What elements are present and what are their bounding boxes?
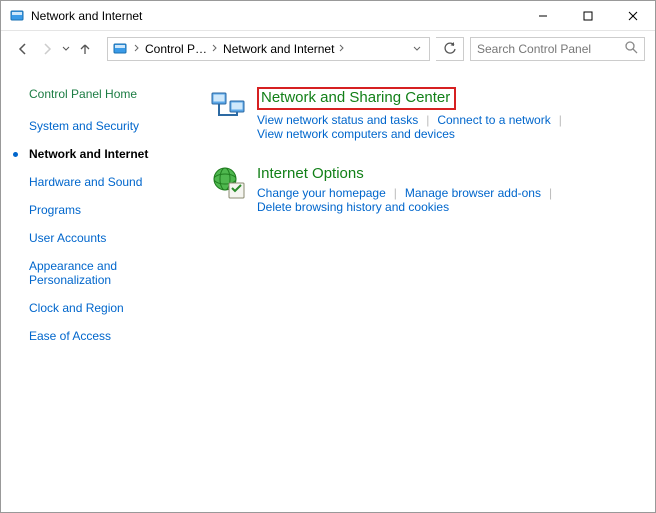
task-manage-addons[interactable]: Manage browser add-ons <box>405 186 541 200</box>
chevron-right-icon[interactable] <box>210 44 220 54</box>
refresh-button[interactable] <box>436 37 464 61</box>
sidebar-item-appearance[interactable]: Appearance and Personalization <box>29 259 159 287</box>
category-network-sharing: Network and Sharing Center View network … <box>211 87 635 141</box>
back-button[interactable] <box>11 37 35 61</box>
breadcrumb-item[interactable]: Control P… <box>142 42 210 56</box>
separator: | <box>541 186 560 200</box>
sidebar-item-programs[interactable]: Programs <box>29 203 211 217</box>
window-controls <box>520 2 655 30</box>
task-delete-browsing-history[interactable]: Delete browsing history and cookies <box>257 200 449 214</box>
separator: | <box>551 113 570 127</box>
main-panel: Network and Sharing Center View network … <box>211 87 655 512</box>
task-change-homepage[interactable]: Change your homepage <box>257 186 386 200</box>
sidebar: Control Panel Home System and Security N… <box>1 87 211 512</box>
search-icon <box>625 41 638 57</box>
close-button[interactable] <box>610 2 655 30</box>
category-title-network-sharing[interactable]: Network and Sharing Center <box>261 89 450 106</box>
content-area: Control Panel Home System and Security N… <box>1 67 655 512</box>
minimize-button[interactable] <box>520 2 565 30</box>
chevron-right-icon[interactable] <box>132 44 142 54</box>
address-dropdown[interactable] <box>409 44 425 54</box>
separator: | <box>386 186 405 200</box>
control-panel-icon <box>9 8 25 24</box>
sidebar-item-user-accounts[interactable]: User Accounts <box>29 231 211 245</box>
search-input[interactable]: Search Control Panel <box>470 37 645 61</box>
recent-locations-dropdown[interactable] <box>59 46 73 52</box>
sidebar-item-hardware-sound[interactable]: Hardware and Sound <box>29 175 211 189</box>
sidebar-item-system-security[interactable]: System and Security <box>29 119 211 133</box>
category-title-internet-options[interactable]: Internet Options <box>257 165 364 182</box>
separator: | <box>418 113 437 127</box>
sidebar-item-ease-of-access[interactable]: Ease of Access <box>29 329 211 343</box>
task-view-network-status[interactable]: View network status and tasks <box>257 113 418 127</box>
sidebar-item-clock-region[interactable]: Clock and Region <box>29 301 211 315</box>
highlight-box: Network and Sharing Center <box>257 87 456 110</box>
task-view-network-computers[interactable]: View network computers and devices <box>257 127 455 141</box>
network-icon <box>211 87 247 123</box>
maximize-button[interactable] <box>565 2 610 30</box>
window-title: Network and Internet <box>31 9 142 23</box>
up-button[interactable] <box>73 37 97 61</box>
search-placeholder: Search Control Panel <box>477 42 625 56</box>
sidebar-home[interactable]: Control Panel Home <box>29 87 211 101</box>
breadcrumb-item[interactable]: Network and Internet <box>220 42 337 56</box>
task-connect-to-network[interactable]: Connect to a network <box>437 113 550 127</box>
address-bar[interactable]: Control P… Network and Internet <box>107 37 430 61</box>
sidebar-item-network-internet[interactable]: Network and Internet <box>29 147 211 161</box>
category-internet-options: Internet Options Change your homepage | … <box>211 165 635 214</box>
forward-button[interactable] <box>35 37 59 61</box>
navigation-bar: Control P… Network and Internet Search C… <box>1 31 655 67</box>
internet-options-icon <box>211 165 247 201</box>
chevron-right-icon[interactable] <box>337 44 347 54</box>
control-panel-icon <box>112 41 128 57</box>
window-titlebar: Network and Internet <box>1 1 655 31</box>
